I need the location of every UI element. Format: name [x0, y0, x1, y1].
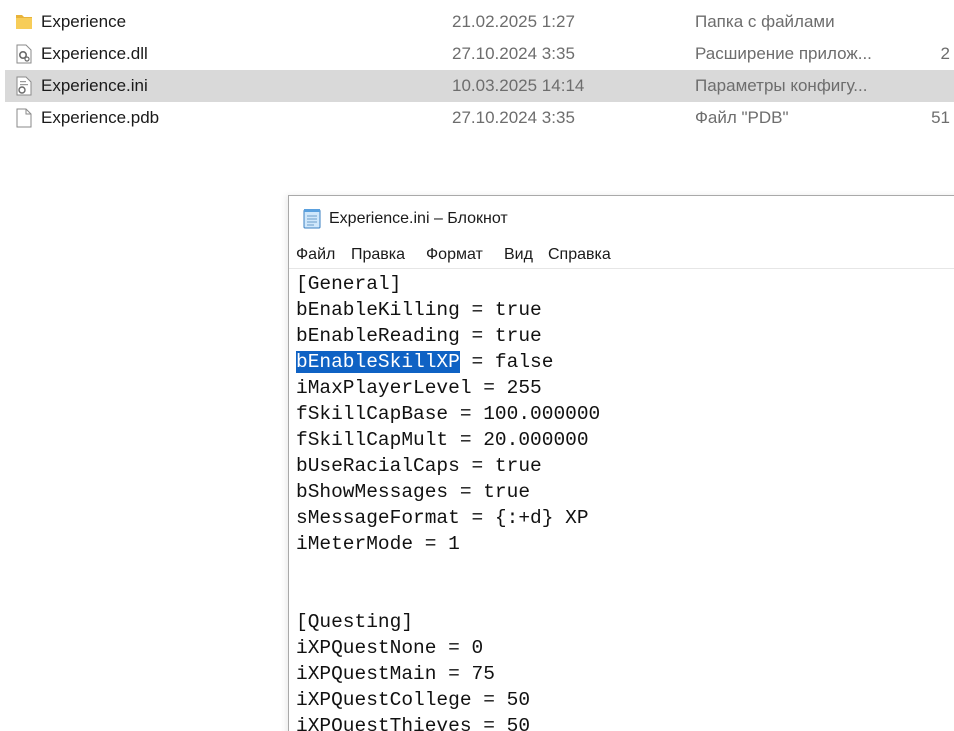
file-size: 2: [940, 44, 950, 63]
menu-view[interactable]: Вид: [504, 246, 533, 264]
text-line: bEnableReading = true: [296, 325, 542, 347]
text-line: [296, 557, 954, 583]
text-line: fSkillCapMult = 20.000000: [296, 429, 589, 451]
file-name: Experience.pdb: [41, 108, 160, 127]
menu-file[interactable]: Файл: [296, 246, 335, 264]
text-line: iXPQuestThieves = 50: [296, 715, 531, 731]
text-line: fSkillCapBase = 100.000000: [296, 403, 601, 425]
text-line: iXPQuestMain = 75: [296, 663, 495, 685]
file-name: Experience.dll: [41, 44, 148, 63]
file-date: 10.03.2025 14:14: [452, 76, 585, 95]
text-line: [General]: [296, 273, 402, 295]
file-row-experience-dll[interactable]: Experience.dll 27.10.2024 3:35 Расширени…: [0, 38, 954, 70]
notepad-icon: [301, 207, 323, 229]
text-line-rest: = false: [459, 351, 554, 373]
file-date: 27.10.2024 3:35: [452, 108, 575, 127]
text-line: [Questing]: [296, 611, 414, 633]
file-row-experience-ini[interactable]: Experience.ini 10.03.2025 14:14 Параметр…: [5, 70, 954, 102]
file-row-experience-pdb[interactable]: Experience.pdb 27.10.2024 3:35 Файл "PDB…: [0, 102, 954, 134]
text-line: iXPQuestCollege = 50: [296, 689, 531, 711]
ini-file-icon: [15, 76, 33, 96]
file-type: Расширение прилож...: [695, 44, 872, 63]
folder-icon: [15, 12, 33, 32]
notepad-window: Experience.ini – Блокнот Файл Правка Фор…: [288, 195, 954, 731]
file-row-experience-folder[interactable]: Experience 21.02.2025 1:27 Папка с файла…: [0, 6, 954, 38]
text-line: iXPQuestNone = 0: [296, 637, 484, 659]
menu-help[interactable]: Справка: [548, 246, 611, 264]
text-line: sMessageFormat = {:+d} XP: [296, 507, 589, 529]
notepad-menubar: Файл Правка Формат Вид Справка: [289, 240, 954, 269]
text-line: iMaxPlayerLevel = 255: [296, 377, 542, 399]
file-type: Папка с файлами: [695, 12, 835, 31]
file-name: Experience.ini: [41, 76, 148, 95]
text-line: bEnableKilling = true: [296, 299, 542, 321]
text-line: bEnableSkillXP = false: [296, 349, 954, 375]
explorer-file-list: Experience 21.02.2025 1:27 Папка с файла…: [0, 6, 954, 134]
desktop-screen: Experience 21.02.2025 1:27 Папка с файла…: [0, 0, 954, 731]
file-name: Experience: [41, 12, 127, 31]
window-title: Experience.ini – Блокнот: [329, 210, 508, 227]
text-editor-area[interactable]: [General] bEnableKilling = true bEnableR…: [289, 269, 954, 731]
text-line: iMeterMode = 1: [296, 533, 460, 555]
text-line: bUseRacialCaps = true: [296, 455, 542, 477]
menu-format[interactable]: Формат: [426, 246, 483, 264]
selected-text: bEnableSkillXP: [296, 351, 460, 373]
text-line: [296, 583, 954, 609]
file-type: Файл "PDB": [695, 108, 789, 127]
menu-edit[interactable]: Правка: [351, 246, 405, 264]
file-date: 21.02.2025 1:27: [452, 12, 575, 31]
file-type: Параметры конфигу...: [695, 76, 868, 95]
text-line: bShowMessages = true: [296, 481, 531, 503]
file-size: 51: [931, 108, 950, 127]
file-date: 27.10.2024 3:35: [452, 44, 575, 63]
notepad-titlebar[interactable]: Experience.ini – Блокнот: [289, 196, 954, 240]
blank-file-icon: [15, 108, 33, 128]
dll-file-icon: [15, 44, 33, 64]
